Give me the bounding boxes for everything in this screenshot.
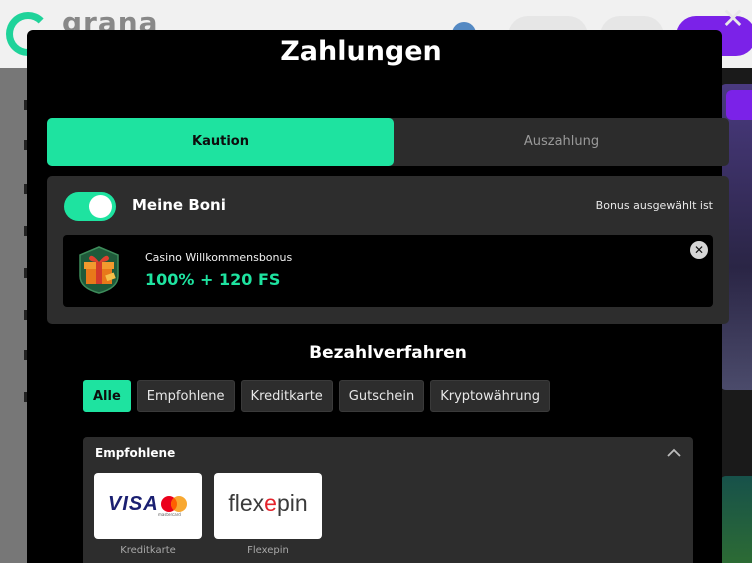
- bonus-panel: Meine Boni Bonus ausgewählt ist Casino W…: [47, 176, 729, 324]
- filter-crypto[interactable]: Kryptowährung: [430, 380, 550, 412]
- close-modal-icon[interactable]: ✕: [720, 5, 746, 33]
- filter-recommended[interactable]: Empfohlene: [136, 380, 235, 412]
- chevron-up-icon[interactable]: [667, 447, 681, 459]
- payment-tabs: Kaution Auszahlung: [47, 118, 729, 166]
- filter-voucher[interactable]: Gutschein: [338, 380, 425, 412]
- visa-logo: VISA: [108, 493, 159, 515]
- flexepin-logo-part: flex: [228, 490, 265, 516]
- recommended-section: Empfohlene VISA mastercard Kreditkarte f…: [83, 437, 693, 563]
- method-logo-card: flexepin: [214, 473, 322, 539]
- banner-arrow-button: [726, 90, 752, 120]
- bonus-card[interactable]: Casino Willkommensbonus 100% + 120 FS ✕: [63, 235, 713, 307]
- method-caption: Flexepin: [247, 545, 289, 556]
- background-banner-secondary: [720, 476, 752, 563]
- bonus-toggle[interactable]: [64, 192, 116, 221]
- method-caption: Kreditkarte: [120, 545, 176, 556]
- section-title: Empfohlene: [95, 446, 176, 460]
- flexepin-logo-accent: e: [264, 490, 277, 516]
- tab-deposit[interactable]: Kaution: [47, 118, 394, 166]
- method-flexepin[interactable]: flexepin Flexepin: [214, 473, 322, 556]
- bonus-status: Bonus ausgewählt ist: [595, 199, 713, 212]
- remove-bonus-icon[interactable]: ✕: [690, 241, 708, 259]
- toggle-knob: [89, 195, 112, 218]
- bonus-label: Meine Boni: [132, 196, 226, 214]
- filter-all[interactable]: Alle: [83, 380, 131, 412]
- gift-icon: [79, 246, 119, 294]
- tab-withdrawal[interactable]: Auszahlung: [394, 118, 729, 166]
- bonus-value: 100% + 120 FS: [145, 270, 281, 289]
- method-logo-card: VISA mastercard: [94, 473, 202, 539]
- filter-credit-card[interactable]: Kreditkarte: [240, 380, 333, 412]
- mastercard-label: mastercard: [158, 512, 181, 517]
- method-filters: Alle Empfohlene Kreditkarte Gutschein Kr…: [83, 380, 550, 412]
- flexepin-logo: flexepin: [214, 490, 322, 517]
- payment-methods-title: Bezahlverfahren: [309, 343, 467, 363]
- method-visa-mastercard[interactable]: VISA mastercard Kreditkarte: [94, 473, 202, 556]
- bonus-name: Casino Willkommensbonus: [145, 251, 293, 264]
- background-sidebar: [0, 68, 28, 563]
- modal-title: Zahlungen: [280, 36, 442, 67]
- flexepin-logo-part: pin: [276, 490, 308, 516]
